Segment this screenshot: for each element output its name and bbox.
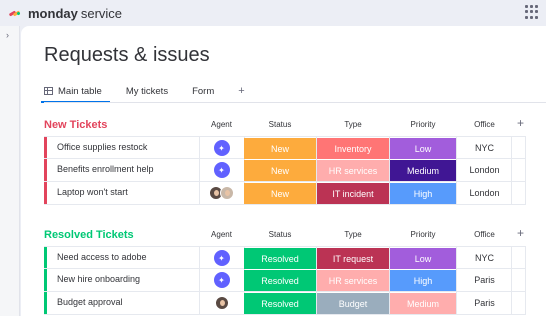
column-header-type[interactable]: Type xyxy=(317,230,389,239)
column-header-office[interactable]: Office xyxy=(457,120,512,129)
column-header-status[interactable]: Status xyxy=(244,120,316,129)
priority-label[interactable]: Medium xyxy=(390,293,456,314)
column-header-office[interactable]: Office xyxy=(457,230,512,239)
add-column-plus-icon[interactable]: + xyxy=(515,226,526,240)
office-cell[interactable]: Paris xyxy=(457,292,512,314)
tab-label: Form xyxy=(192,85,215,97)
add-view-plus-icon[interactable]: + xyxy=(238,85,244,97)
agent-cell[interactable] xyxy=(199,182,244,204)
table-icon xyxy=(44,87,53,95)
column-header-status[interactable]: Status xyxy=(244,230,316,239)
table-row[interactable]: Budget approval Resolved Budget Medium Paris xyxy=(44,292,526,315)
agent-cell[interactable]: ✦ xyxy=(199,269,244,291)
group-color-bar xyxy=(44,137,47,158)
tabs-divider xyxy=(44,102,546,103)
board-area: Requests & issues Main table My tickets … xyxy=(21,26,546,316)
priority-label[interactable]: High xyxy=(390,183,456,204)
tab-form[interactable]: Form xyxy=(192,82,214,100)
top-bar: monday service xyxy=(0,0,546,26)
ai-agent-sparkle-icon: ✦ xyxy=(213,250,230,266)
office-cell[interactable]: NYC xyxy=(457,247,512,269)
table-row[interactable]: Need access to adobe ✦ Resolved IT request L… xyxy=(44,246,526,269)
ticket-name[interactable]: Office supplies restock xyxy=(57,142,147,152)
group-color-bar xyxy=(44,247,47,268)
status-label[interactable]: Resolved xyxy=(244,293,316,314)
brand-light: service xyxy=(80,5,123,21)
tab-label: Main table xyxy=(58,85,102,97)
ticket-name[interactable]: Laptop won't start xyxy=(57,187,128,197)
type-label[interactable]: IT request xyxy=(317,248,389,269)
tab-my-tickets[interactable]: My tickets xyxy=(126,82,168,100)
table-row[interactable]: Benefits enrollment help ✦ New HR services M… xyxy=(44,159,526,182)
status-label[interactable]: Resolved xyxy=(244,248,316,269)
brand-bold: monday xyxy=(28,5,78,21)
status-label[interactable]: New xyxy=(244,138,316,159)
ticket-group: Resolved Tickets Agent Status Type Priority O… xyxy=(44,224,526,315)
status-label[interactable]: New xyxy=(244,160,316,181)
ticket-name[interactable]: New hire onboarding xyxy=(57,274,140,284)
office-cell[interactable]: Paris xyxy=(457,269,512,291)
type-label[interactable]: HR services xyxy=(317,270,389,291)
ai-agent-sparkle-icon: ✦ xyxy=(213,272,230,288)
office-cell[interactable]: NYC xyxy=(457,137,512,159)
status-label[interactable]: Resolved xyxy=(244,270,316,291)
office-cell[interactable]: London xyxy=(457,159,512,181)
column-header-priority[interactable]: Priority xyxy=(390,120,456,129)
avatar xyxy=(214,296,229,310)
agent-cell[interactable]: ✦ xyxy=(199,137,244,159)
apps-grid-icon[interactable] xyxy=(525,5,539,19)
type-label[interactable]: IT incident xyxy=(317,183,389,204)
table-row[interactable]: Office supplies restock ✦ New Inventory Low N… xyxy=(44,136,526,159)
ticket-name[interactable]: Budget approval xyxy=(57,297,123,307)
ai-agent-sparkle-icon: ✦ xyxy=(213,162,230,178)
priority-label[interactable]: Medium xyxy=(390,160,456,181)
ticket-name[interactable]: Need access to adobe xyxy=(57,252,147,262)
page-title: Requests & issues xyxy=(44,44,210,66)
agent-cell[interactable] xyxy=(199,292,244,314)
office-cell[interactable]: London xyxy=(457,182,512,204)
group-rows: Need access to adobe ✦ Resolved IT request L… xyxy=(44,246,526,315)
table-row[interactable]: New hire onboarding ✦ Resolved HR services H… xyxy=(44,269,526,292)
status-label[interactable]: New xyxy=(244,183,316,204)
chevron-right-icon[interactable]: › xyxy=(6,30,9,40)
add-column-plus-icon[interactable]: + xyxy=(515,116,526,130)
avatar xyxy=(220,186,234,200)
group-rows: Office supplies restock ✦ New Inventory Low N… xyxy=(44,136,526,205)
group-title[interactable]: New Tickets xyxy=(44,119,107,131)
agent-cell[interactable]: ✦ xyxy=(199,159,244,181)
tab-main-table[interactable]: Main table xyxy=(41,82,110,103)
group-color-bar xyxy=(44,182,47,204)
group-color-bar xyxy=(44,159,47,181)
ticket-group: New Tickets Agent Status Type Priority Office… xyxy=(44,114,526,205)
view-tabs: Main table My tickets Form + xyxy=(41,81,245,103)
column-header-type[interactable]: Type xyxy=(317,120,389,129)
group-title[interactable]: Resolved Tickets xyxy=(44,229,134,241)
priority-label[interactable]: High xyxy=(390,270,456,291)
type-label[interactable]: Budget xyxy=(317,293,389,314)
table-row[interactable]: Laptop won't start New IT incident High Lond… xyxy=(44,182,526,205)
type-label[interactable]: Inventory xyxy=(317,138,389,159)
group-color-bar xyxy=(44,292,47,314)
column-header-agent[interactable]: Agent xyxy=(199,230,244,239)
group-color-bar xyxy=(44,269,47,291)
agent-cell[interactable]: ✦ xyxy=(199,247,244,269)
ai-agent-sparkle-icon: ✦ xyxy=(213,140,230,156)
priority-label[interactable]: Low xyxy=(390,138,456,159)
type-label[interactable]: HR services xyxy=(317,160,389,181)
column-header-agent[interactable]: Agent xyxy=(199,120,244,129)
left-sidebar: › xyxy=(0,26,20,316)
column-header-priority[interactable]: Priority xyxy=(390,230,456,239)
group-header: New Tickets Agent Status Type Priority Office… xyxy=(44,114,526,136)
priority-label[interactable]: Low xyxy=(390,248,456,269)
monday-logo-icon xyxy=(8,6,23,20)
tab-label: My tickets xyxy=(125,85,169,97)
ticket-name[interactable]: Benefits enrollment help xyxy=(57,164,154,174)
group-header: Resolved Tickets Agent Status Type Priority O… xyxy=(44,224,526,246)
brand-name: monday service xyxy=(28,6,122,21)
